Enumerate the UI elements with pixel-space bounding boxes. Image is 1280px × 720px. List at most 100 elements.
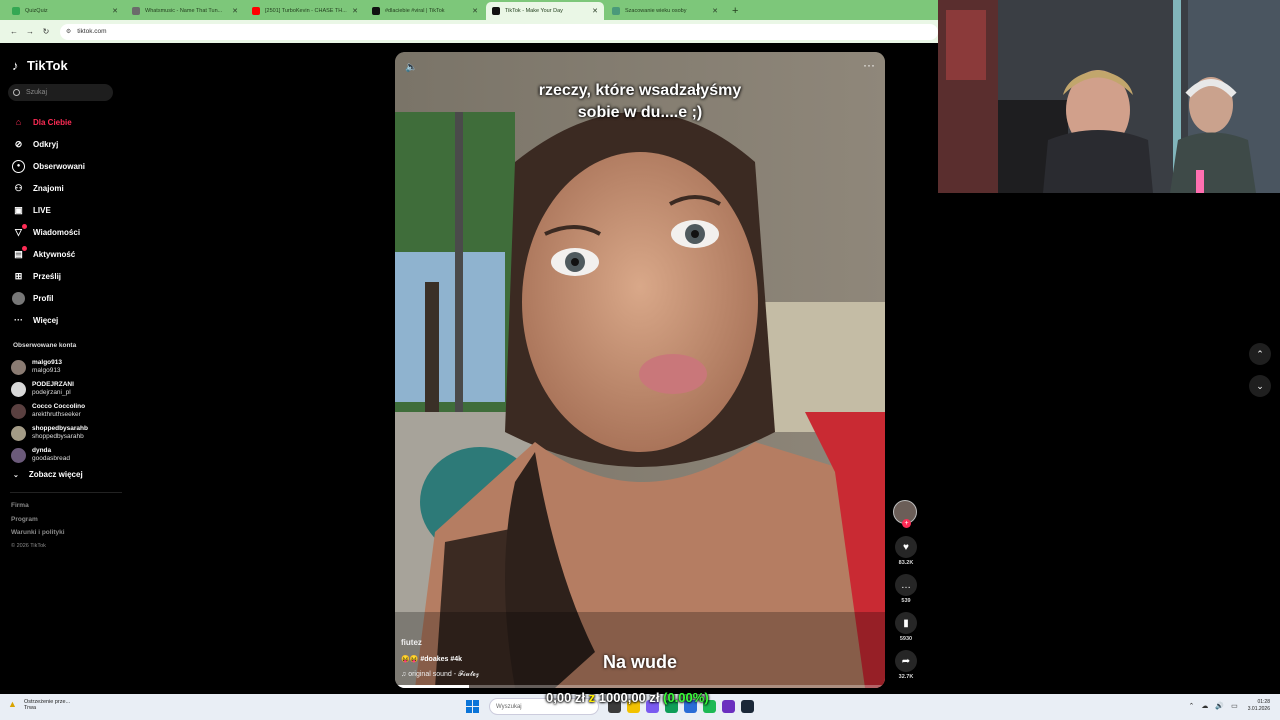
creator-avatar[interactable]: + bbox=[893, 500, 917, 528]
steam-icon[interactable] bbox=[741, 700, 754, 713]
browser-tab[interactable]: #dlaciebie #viral | TikTok ✕ bbox=[366, 2, 484, 20]
see-more-button[interactable]: ⌄ Zobacz więcej bbox=[13, 470, 83, 479]
bookmark-icon[interactable]: ▮ bbox=[895, 612, 917, 634]
search-input[interactable]: Szukaj bbox=[8, 84, 113, 101]
avatar bbox=[11, 381, 26, 397]
share-count: 32.7K bbox=[898, 674, 914, 680]
following-title: Obserwowane konta bbox=[13, 342, 77, 349]
previous-video-chevron-up-icon[interactable]: ⌃ bbox=[1249, 343, 1271, 365]
sidebar-item-live[interactable]: ▣ LIVE bbox=[12, 199, 85, 221]
tab-close-icon[interactable]: ✕ bbox=[352, 7, 358, 15]
footer-links: Firma Program Warunki i polityki © 2026 … bbox=[11, 502, 65, 556]
url-text: tiktok.com bbox=[77, 28, 107, 35]
tab-close-icon[interactable]: ✕ bbox=[592, 7, 598, 15]
obs-icon[interactable] bbox=[722, 700, 735, 713]
avatar bbox=[11, 425, 26, 441]
browser-tab[interactable]: Whatsmusic - Name That Tun... ✕ bbox=[126, 2, 244, 20]
more-options-icon[interactable]: ··· bbox=[863, 58, 875, 72]
sidebar-item-messages[interactable]: ▽ Wiadomości bbox=[12, 221, 85, 243]
tab-label: Szacowanie wieku osoby bbox=[625, 8, 687, 14]
battery-icon[interactable]: ▭ bbox=[1231, 702, 1238, 710]
reload-icon[interactable]: ↻ bbox=[38, 27, 54, 36]
share-icon[interactable]: ➦ bbox=[895, 650, 917, 672]
browser-tab[interactable]: QuizQuiz ✕ bbox=[6, 2, 124, 20]
video-player[interactable]: 🔈 ··· rzeczy, które wsadzałyśmy sobie w … bbox=[395, 52, 885, 688]
webcam-overlay bbox=[938, 0, 1280, 193]
volume-tray-icon[interactable]: 🔊 bbox=[1215, 702, 1224, 710]
browser-tab[interactable]: [2501] TurboKevin - CHASE TH... ✕ bbox=[246, 2, 364, 20]
windows-start-icon[interactable] bbox=[466, 700, 479, 713]
tab-label: Whatsmusic - Name That Tun... bbox=[145, 8, 223, 14]
tab-close-icon[interactable]: ✕ bbox=[112, 7, 118, 15]
sidebar-item-compass[interactable]: ⊘ Odkryj bbox=[12, 133, 85, 155]
back-icon[interactable]: ← bbox=[6, 27, 22, 36]
footer-link-program[interactable]: Program bbox=[11, 516, 65, 530]
video-author[interactable]: fiutez bbox=[401, 638, 422, 647]
compass-icon: ⊘ bbox=[14, 138, 23, 149]
following-icon: ● bbox=[12, 159, 25, 173]
sidebar-item-profile[interactable]: Profil bbox=[12, 287, 85, 309]
footer-link-terms[interactable]: Warunki i polityki bbox=[11, 529, 65, 543]
avatar bbox=[11, 359, 26, 375]
heart-icon[interactable]: ♥ bbox=[895, 536, 917, 558]
more-icon: ··· bbox=[14, 315, 23, 325]
video-progress-fill bbox=[395, 685, 469, 688]
tab-favicon-icon bbox=[252, 7, 260, 15]
like-count: 83.2K bbox=[898, 560, 914, 566]
follow-plus-icon[interactable]: + bbox=[902, 519, 911, 528]
tab-close-icon[interactable]: ✕ bbox=[232, 7, 238, 15]
sidebar-item-upload[interactable]: ⊞ Prześlij bbox=[12, 265, 85, 287]
donation-amount: 0,00 zł bbox=[546, 690, 586, 705]
new-tab-button[interactable]: + bbox=[732, 2, 738, 20]
see-more-label: Zobacz więcej bbox=[28, 470, 83, 479]
taskbar-clock[interactable]: 01:28 3.01.2026 bbox=[1248, 699, 1270, 713]
video-subtitle: Na wude bbox=[602, 652, 677, 672]
video-frame-image bbox=[395, 52, 885, 688]
tab-close-icon[interactable]: ✕ bbox=[472, 7, 478, 15]
account-name: PODEJRZANI bbox=[32, 381, 74, 388]
account-name: malgo913 bbox=[32, 359, 62, 366]
followed-account[interactable]: shoppedbysarahb shoppedbysarahb bbox=[11, 422, 88, 444]
copyright: © 2026 TikTok bbox=[11, 542, 46, 549]
taskbar-search-placeholder: Wyszukaj bbox=[496, 703, 522, 710]
next-video-chevron-down-icon[interactable]: ⌄ bbox=[1249, 375, 1271, 397]
volume-icon[interactable]: 🔈 bbox=[405, 62, 417, 73]
browser-tab[interactable]: TikTok - Make Your Day ✕ bbox=[486, 2, 604, 20]
sidebar-item-label: Prześlij bbox=[33, 271, 62, 281]
tab-close-icon[interactable]: ✕ bbox=[712, 7, 718, 15]
network-icon[interactable]: ☁ bbox=[1201, 702, 1208, 710]
sidebar-item-label: Wiadomości bbox=[33, 227, 81, 237]
sidebar-item-home[interactable]: ⌂ Dla Ciebie bbox=[12, 111, 85, 133]
followed-account[interactable]: malgo913 malgo913 bbox=[11, 356, 88, 378]
browser-tab[interactable]: Szacowanie wieku osoby ✕ bbox=[606, 2, 724, 20]
browser-tab-bar: QuizQuiz ✕ Whatsmusic - Name That Tun... ✕[… bbox=[0, 0, 938, 20]
home-icon: ⌂ bbox=[15, 117, 22, 127]
forward-icon[interactable]: → bbox=[22, 27, 38, 36]
followed-account[interactable]: Cocco Coccolino arekthruthseeker bbox=[11, 400, 88, 422]
taskbar-notification[interactable]: ▲ Ostrzeżenie prze... Trwa bbox=[8, 699, 70, 711]
live-icon: ▣ bbox=[14, 204, 23, 215]
followed-account[interactable]: PODEJRZANI podejrzani_pl bbox=[11, 378, 88, 400]
sidebar-item-more[interactable]: ··· Więcej bbox=[12, 309, 85, 331]
donation-goal: 1000,00 zł bbox=[598, 690, 660, 705]
video-progress-bar[interactable] bbox=[395, 685, 885, 688]
sidebar-item-friends[interactable]: ⚇ Znajomi bbox=[12, 177, 85, 199]
url-field[interactable]: ⚙ tiktok.com bbox=[59, 23, 939, 40]
sidebar-item-activity[interactable]: ▤ Aktywność bbox=[12, 243, 85, 265]
comment-icon[interactable]: … bbox=[895, 574, 917, 596]
followed-account[interactable]: dynda goodasbread bbox=[11, 444, 88, 466]
address-bar: ← → ↻ ⚙ tiktok.com bbox=[0, 20, 939, 43]
video-caption-overlay: rzeczy, które wsadzałyśmy sobie w du....… bbox=[395, 80, 885, 124]
search-icon bbox=[13, 89, 20, 96]
system-tray: ⌃ ☁ 🔊 ▭ 01:28 3.01.2026 bbox=[1182, 699, 1270, 713]
account-name: shoppedbysarahb bbox=[32, 425, 88, 432]
avatar bbox=[11, 403, 26, 419]
sidebar-item-following[interactable]: ● Obserwowani bbox=[12, 155, 85, 177]
site-info-icon[interactable]: ⚙ bbox=[66, 28, 71, 35]
tray-chevron-up-icon[interactable]: ⌃ bbox=[1189, 702, 1195, 710]
upload-icon: ⊞ bbox=[14, 270, 23, 281]
footer-link-company[interactable]: Firma bbox=[11, 502, 65, 516]
tiktok-logo[interactable]: ♪ TikTok bbox=[12, 58, 68, 73]
clock-date: 3.01.2026 bbox=[1247, 706, 1270, 712]
comment-action: … 539 bbox=[893, 574, 919, 604]
